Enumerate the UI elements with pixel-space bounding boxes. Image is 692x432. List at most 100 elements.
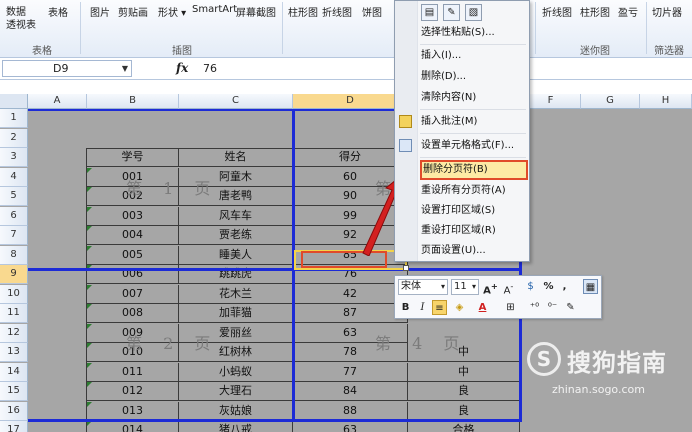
picture-button[interactable]: 图片 bbox=[90, 4, 110, 19]
table-cell[interactable]: 中 bbox=[408, 362, 520, 382]
row-header-5[interactable]: 5 bbox=[0, 187, 28, 206]
table-header-cell[interactable]: 得分 bbox=[293, 148, 408, 167]
table-cell[interactable]: 88 bbox=[293, 401, 408, 421]
name-box[interactable]: D9 ▼ bbox=[2, 60, 132, 77]
shrink-font-icon[interactable]: A- bbox=[501, 279, 516, 296]
row-header-2[interactable]: 2 bbox=[0, 128, 28, 148]
clipart-button[interactable]: 剪贴画 bbox=[118, 4, 148, 19]
row-header-7[interactable]: 7 bbox=[0, 226, 28, 245]
table-cell[interactable]: 012 bbox=[87, 382, 179, 401]
row-header-8[interactable]: 8 bbox=[0, 245, 28, 265]
row-header-6[interactable]: 6 bbox=[0, 206, 28, 226]
table-cell[interactable]: 014 bbox=[87, 421, 179, 432]
menu-item-clear-contents[interactable]: 清除内容(N) bbox=[421, 88, 527, 108]
table-cell[interactable]: 花木兰 bbox=[179, 284, 293, 304]
menu-item-reset-all-page-breaks[interactable]: 重设所有分页符(A) bbox=[421, 181, 527, 201]
table-cell[interactable]: 大理石 bbox=[179, 382, 293, 401]
menu-item-insert-comment[interactable]: 插入批注(M) bbox=[399, 112, 527, 132]
menu-item-paste-special[interactable]: 选择性粘贴(S)... bbox=[421, 23, 527, 43]
row-header-1[interactable]: 1 bbox=[0, 109, 28, 128]
row-header-16[interactable]: 16 bbox=[0, 401, 28, 421]
menu-item-delete[interactable]: 删除(D)... bbox=[421, 67, 527, 87]
page-break-line[interactable] bbox=[28, 268, 522, 271]
fill-handle[interactable] bbox=[403, 265, 409, 271]
table-cell[interactable]: 007 bbox=[87, 284, 179, 304]
table-cell[interactable]: 猪八戒 bbox=[179, 421, 293, 432]
table-cell[interactable]: 63 bbox=[293, 421, 408, 432]
column-chart-button[interactable]: 柱形图 bbox=[288, 4, 318, 19]
column-header-h[interactable]: H bbox=[640, 94, 692, 109]
italic-button[interactable]: I bbox=[415, 300, 430, 315]
menu-item-reset-print-area[interactable]: 重设打印区域(R) bbox=[421, 221, 527, 241]
table-cell[interactable]: 42 bbox=[293, 284, 408, 304]
format-painter-icon[interactable]: ▦ bbox=[583, 279, 598, 294]
decrease-decimal-icon[interactable]: ⁰⁻ bbox=[545, 300, 560, 315]
font-name-dropdown[interactable]: 宋体 ▾ bbox=[398, 279, 448, 295]
table-header-cell[interactable]: 学号 bbox=[87, 148, 179, 167]
table-cell[interactable]: 011 bbox=[87, 362, 179, 382]
table-cell[interactable]: 005 bbox=[87, 245, 179, 265]
row-header-17[interactable]: 17 bbox=[0, 421, 28, 432]
menu-item-insert[interactable]: 插入(I)... bbox=[421, 46, 527, 66]
slicer-button[interactable]: 切片器 bbox=[652, 4, 682, 19]
accounting-format-icon[interactable]: $ bbox=[523, 279, 538, 294]
table-cell[interactable]: 008 bbox=[87, 304, 179, 323]
table-cell[interactable]: 84 bbox=[293, 382, 408, 401]
row-header-15[interactable]: 15 bbox=[0, 382, 28, 401]
table-button[interactable]: 表格 bbox=[48, 4, 68, 19]
table-cell[interactable]: 贾老练 bbox=[179, 226, 293, 245]
menu-item-remove-page-break[interactable]: 删除分页符(B) bbox=[420, 160, 528, 180]
column-header-c[interactable]: C bbox=[179, 94, 293, 109]
row-header-3[interactable]: 3 bbox=[0, 148, 28, 167]
formula-input[interactable]: 76 bbox=[203, 62, 217, 75]
sparkline-line-button[interactable]: 折线图 bbox=[542, 4, 572, 19]
screenshot-button[interactable]: 屏幕截图 bbox=[236, 4, 276, 19]
row-header-4[interactable]: 4 bbox=[0, 167, 28, 187]
shapes-button[interactable]: 形状 ▾ bbox=[158, 4, 186, 19]
comma-style-icon[interactable]: , bbox=[557, 279, 572, 294]
center-align-icon[interactable]: ≡ bbox=[432, 300, 447, 315]
font-color-icon[interactable]: A bbox=[475, 300, 490, 315]
column-header-f[interactable]: F bbox=[521, 94, 581, 109]
row-header-9[interactable]: 9 bbox=[0, 265, 28, 284]
menu-item-set-print-area[interactable]: 设置打印区域(S) bbox=[421, 201, 527, 221]
bold-button[interactable]: B bbox=[398, 300, 413, 315]
table-cell[interactable]: 合格 bbox=[408, 421, 520, 432]
paste-icon[interactable]: ▤ bbox=[421, 4, 438, 21]
table-cell[interactable]: 灰姑娘 bbox=[179, 401, 293, 421]
chevron-down-icon[interactable]: ▼ bbox=[122, 61, 128, 76]
percent-style-icon[interactable]: % bbox=[541, 279, 556, 294]
table-cell[interactable]: 013 bbox=[87, 401, 179, 421]
menu-item-format-cells[interactable]: 设置单元格格式(F)... bbox=[399, 136, 527, 156]
table-cell[interactable]: 良 bbox=[408, 382, 520, 401]
table-cell[interactable]: 睡美人 bbox=[179, 245, 293, 265]
paste-picture-icon[interactable]: ▧ bbox=[465, 4, 482, 21]
table-cell[interactable]: 加菲猫 bbox=[179, 304, 293, 323]
sparkline-winloss-button[interactable]: 盈亏 bbox=[618, 4, 638, 19]
column-header-d[interactable]: D bbox=[293, 94, 408, 109]
row-header-11[interactable]: 11 bbox=[0, 304, 28, 323]
sparkline-column-button[interactable]: 柱形图 bbox=[580, 4, 610, 19]
table-cell[interactable]: 风车车 bbox=[179, 206, 293, 226]
grow-font-icon[interactable]: A+ bbox=[483, 279, 498, 296]
table-cell[interactable]: 003 bbox=[87, 206, 179, 226]
pie-chart-button[interactable]: 饼图 bbox=[362, 4, 382, 19]
font-size-dropdown[interactable]: 11 ▾ bbox=[451, 279, 479, 295]
table-cell[interactable]: 77 bbox=[293, 362, 408, 382]
format-painter-brush-icon[interactable]: ✎ bbox=[563, 300, 578, 315]
borders-icon[interactable]: ⊞ bbox=[503, 300, 518, 315]
table-cell[interactable]: 87 bbox=[293, 304, 408, 323]
table-cell[interactable]: 良 bbox=[408, 401, 520, 421]
row-header-10[interactable]: 10 bbox=[0, 284, 28, 304]
menu-item-page-setup[interactable]: 页面设置(U)... bbox=[421, 241, 527, 261]
row-header-14[interactable]: 14 bbox=[0, 362, 28, 382]
table-cell[interactable]: 小蚂蚁 bbox=[179, 362, 293, 382]
increase-decimal-icon[interactable]: ⁺⁰ bbox=[527, 300, 542, 315]
table-header-cell[interactable]: 姓名 bbox=[179, 148, 293, 167]
fx-icon[interactable]: fx bbox=[176, 61, 188, 75]
column-header-g[interactable]: G bbox=[581, 94, 640, 109]
smartart-button[interactable]: SmartArt bbox=[192, 4, 237, 15]
column-header-b[interactable]: B bbox=[87, 94, 179, 109]
row-header-13[interactable]: 13 bbox=[0, 343, 28, 362]
line-chart-button[interactable]: 折线图 bbox=[322, 4, 352, 19]
